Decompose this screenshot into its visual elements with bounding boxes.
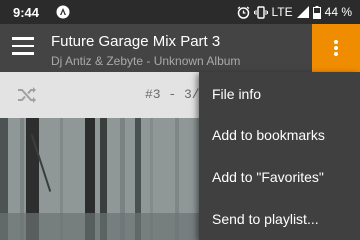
more-dot-icon xyxy=(334,46,338,50)
signal-icon xyxy=(296,6,309,18)
vibrate-icon xyxy=(253,5,268,19)
menu-item-file-info[interactable]: File info xyxy=(199,74,360,114)
track-position: #3 - 3/ xyxy=(145,87,200,102)
menu-item-add-to-bookmarks[interactable]: Add to bookmarks xyxy=(199,115,360,155)
more-dot-icon xyxy=(334,52,338,56)
alarm-icon xyxy=(237,5,249,19)
more-dot-icon xyxy=(334,40,338,44)
battery-icon xyxy=(312,5,321,19)
track-artist-album: Dj Antiz & Zebyte - Unknown Album xyxy=(51,54,241,68)
battery-level: 44 % xyxy=(324,5,352,19)
status-indicators: LTE 44 % xyxy=(237,5,352,19)
status-time: 9:44 xyxy=(13,5,40,20)
network-type: LTE xyxy=(271,5,293,19)
track-title: Future Garage Mix Part 3 xyxy=(51,33,221,50)
overflow-menu: File info Add to bookmarks Add to "Favor… xyxy=(199,72,360,240)
app-bar: Future Garage Mix Part 3 Dj Antiz & Zeby… xyxy=(0,24,360,72)
menu-icon[interactable] xyxy=(12,37,34,59)
more-options-button[interactable] xyxy=(312,24,360,72)
shuffle-icon[interactable] xyxy=(16,84,38,106)
menu-item-add-to-favorites[interactable]: Add to "Favorites" xyxy=(199,157,360,197)
status-bar: 9:44 LTE 44 % xyxy=(0,0,360,24)
menu-item-send-to-playlist[interactable]: Send to playlist... xyxy=(199,199,360,239)
app-notification-icon xyxy=(56,5,70,19)
